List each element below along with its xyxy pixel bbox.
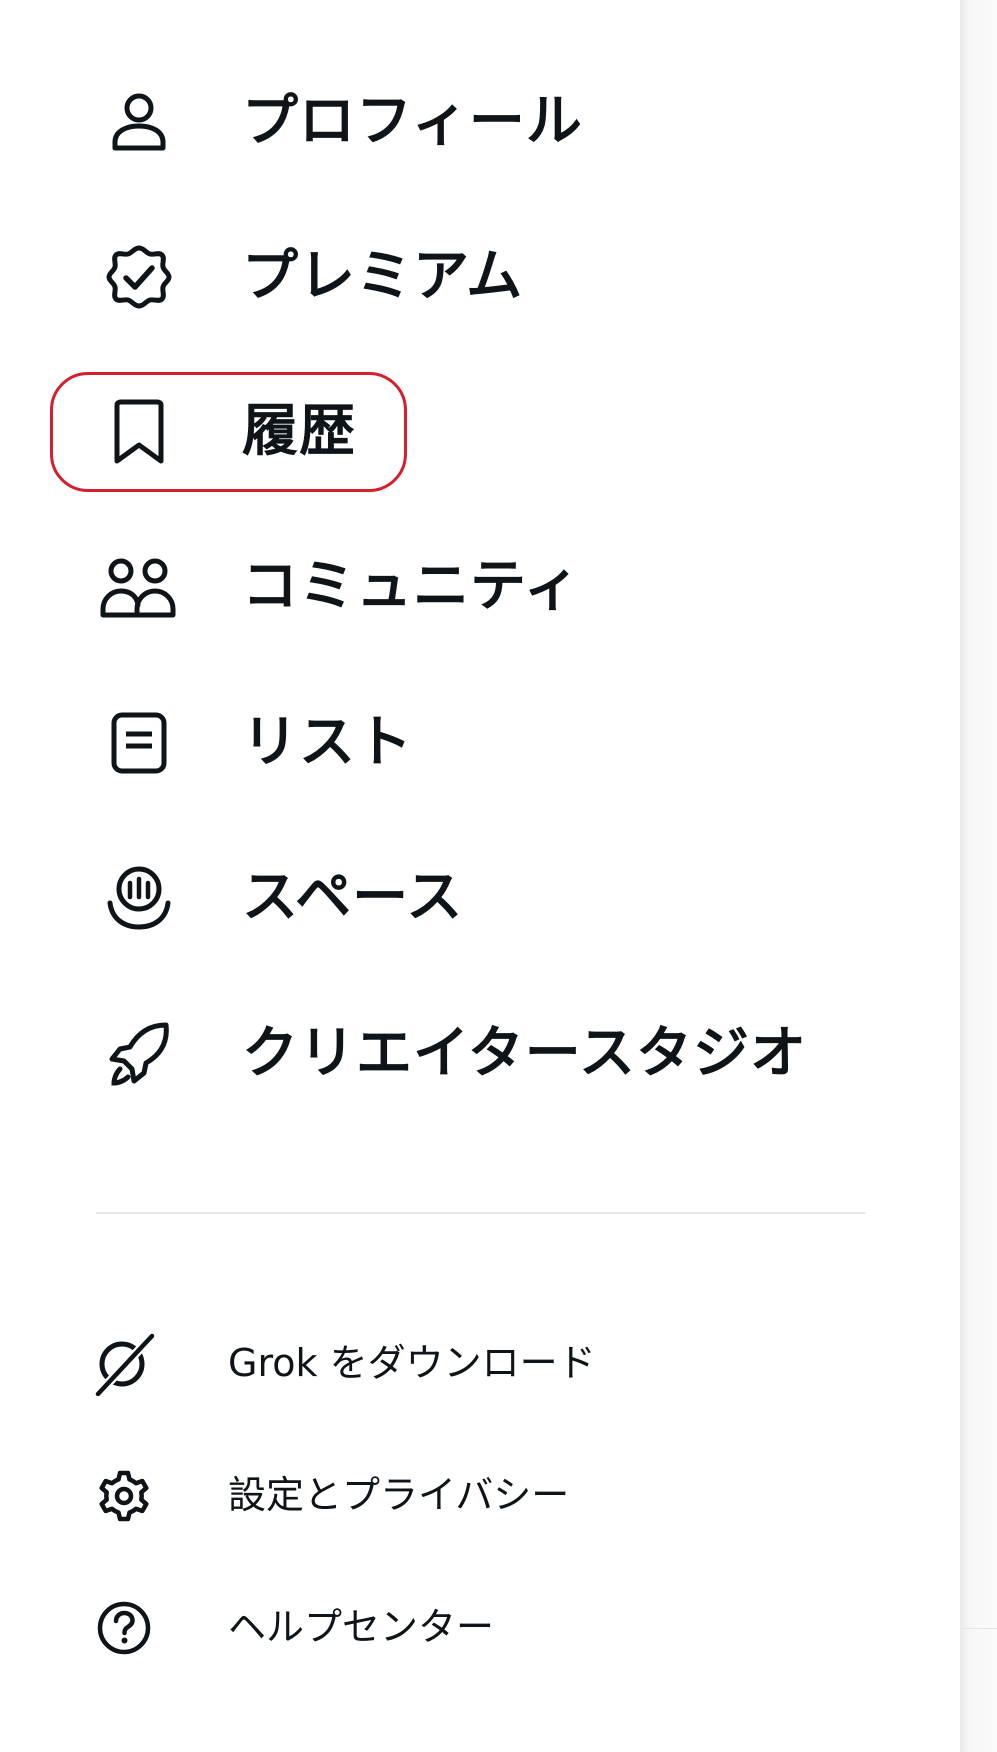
grok-icon	[92, 1332, 156, 1396]
highlight-annotation	[50, 372, 407, 492]
divider	[96, 1212, 866, 1214]
menu-item-label: プレミアム	[242, 244, 524, 309]
menu-item-spaces[interactable]: スペース	[60, 843, 820, 953]
menu-item-label: クリエイタースタジオ	[242, 1021, 807, 1086]
background-panel-edge	[960, 0, 997, 1752]
menu-item-label: 設定とプライバシー	[228, 1473, 570, 1517]
list-icon	[96, 700, 182, 786]
menu-item-label: Grok をダウンロード	[228, 1341, 596, 1385]
menu-item-settings-privacy[interactable]: 設定とプライバシー	[60, 1450, 820, 1540]
navigation-drawer: プロフィール プレミアム 履歴 コミュニティ リスト スペース クリエイタースタ…	[0, 0, 960, 1752]
menu-item-label: コミュニティ	[242, 554, 581, 619]
verified-badge-icon	[96, 234, 182, 320]
menu-item-help-center[interactable]: ヘルプセンター	[60, 1582, 820, 1672]
rocket-icon	[96, 1011, 182, 1097]
menu-item-grok-download[interactable]: Grok をダウンロード	[60, 1318, 820, 1408]
menu-item-lists[interactable]: リスト	[60, 688, 820, 798]
menu-item-label: スペース	[242, 865, 464, 930]
people-icon	[96, 544, 182, 630]
menu-item-label: プロフィール	[242, 89, 583, 154]
help-icon	[92, 1596, 156, 1660]
gear-icon	[92, 1464, 156, 1528]
menu-item-communities[interactable]: コミュニティ	[60, 532, 820, 642]
menu-item-profile[interactable]: プロフィール	[60, 67, 820, 177]
menu-item-label: リスト	[242, 710, 413, 775]
person-icon	[96, 79, 182, 165]
spaces-microphone-icon	[96, 855, 182, 941]
background-divider	[960, 1628, 997, 1629]
menu-item-label: ヘルプセンター	[228, 1605, 495, 1649]
menu-item-premium[interactable]: プレミアム	[60, 222, 820, 332]
menu-item-creator-studio[interactable]: クリエイタースタジオ	[60, 999, 820, 1109]
